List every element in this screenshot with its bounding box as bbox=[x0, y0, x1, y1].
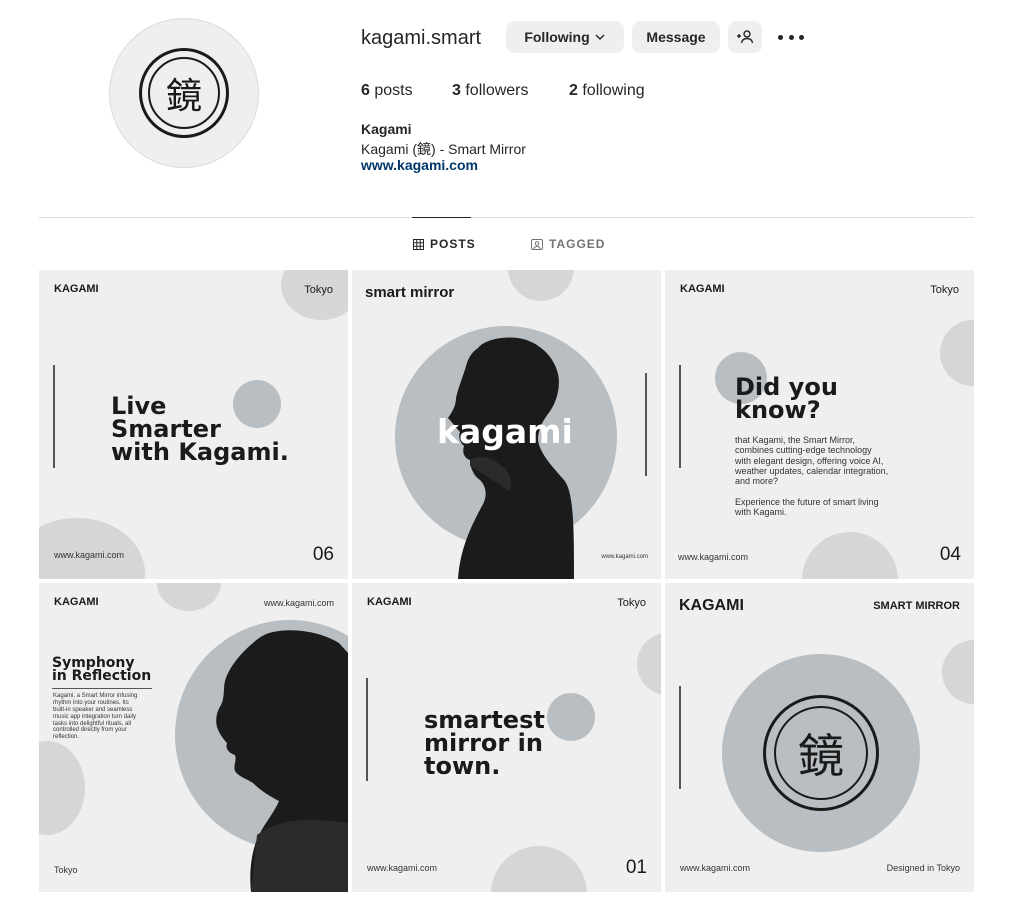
divider-line bbox=[52, 688, 152, 689]
post-tile-1[interactable]: KAGAMI Tokyo Live Smarter with Kagami. www… bbox=[39, 270, 348, 579]
profile-full-name: Kagami bbox=[361, 121, 412, 137]
post-city: Tokyo bbox=[304, 284, 333, 296]
tab-posts-label: POSTS bbox=[430, 237, 476, 251]
tab-tagged[interactable]: TAGGED bbox=[531, 237, 605, 251]
decor-circle bbox=[802, 532, 898, 579]
message-button[interactable]: Message bbox=[632, 21, 720, 53]
post-tile-2[interactable]: smart mirror kagami www.kagami.com bbox=[352, 270, 661, 579]
post-headline: kagami bbox=[437, 412, 573, 451]
post-tile-6[interactable]: KAGAMI SMART MIRROR 鏡 www.kagami.com Des… bbox=[665, 583, 974, 892]
post-body-2: Experience the future of smart living wit… bbox=[735, 497, 879, 518]
kagami-seal-logo: 鏡 bbox=[763, 695, 879, 811]
post-site: www.kagami.com bbox=[678, 552, 749, 562]
post-site: www.kagami.com bbox=[54, 550, 125, 560]
post-city: Tokyo bbox=[930, 284, 959, 296]
tabs-divider bbox=[39, 217, 974, 218]
post-number: 06 bbox=[312, 544, 334, 565]
dot bbox=[788, 34, 794, 40]
add-person-icon bbox=[737, 30, 754, 44]
post-tile-4[interactable]: KAGAMI www.kagami.com Symphony in Reflect… bbox=[39, 583, 348, 892]
profile-bio: Kagami (鏡) - Smart Mirror bbox=[361, 141, 526, 157]
more-options-button[interactable] bbox=[778, 27, 804, 47]
message-button-label: Message bbox=[646, 29, 706, 45]
decor-circle bbox=[637, 633, 661, 695]
decor-circle bbox=[942, 640, 974, 704]
decor-circle bbox=[547, 693, 595, 741]
tagged-icon bbox=[531, 239, 543, 250]
seal-glyph: 鏡 bbox=[798, 729, 844, 783]
post-site: www.kagami.com bbox=[367, 863, 438, 873]
post-headline: Live Smarter with Kagami. bbox=[111, 392, 289, 466]
post-brand: KAGAMI bbox=[679, 597, 744, 614]
post-headline: Symphony in Reflection bbox=[52, 655, 152, 685]
tab-posts[interactable]: POSTS bbox=[413, 237, 476, 251]
post-number: 01 bbox=[625, 857, 647, 878]
post-footer: Designed in Tokyo bbox=[886, 863, 960, 873]
grid-icon bbox=[413, 238, 424, 250]
post-brand: KAGAMI bbox=[54, 283, 99, 295]
dot bbox=[778, 34, 783, 40]
post-city: Tokyo bbox=[54, 865, 78, 875]
post-number: 04 bbox=[939, 544, 961, 565]
post-brand: KAGAMI bbox=[367, 596, 412, 608]
profile-website-link[interactable]: www.kagami.com bbox=[361, 157, 478, 173]
profile-avatar[interactable]: 鏡 bbox=[109, 18, 259, 168]
chevron-down-icon bbox=[595, 34, 605, 40]
post-tile-3[interactable]: KAGAMI Tokyo Did you know? that Kagami, t… bbox=[665, 270, 974, 579]
following-button-label: Following bbox=[524, 29, 590, 45]
post-brand: KAGAMI bbox=[680, 283, 725, 295]
post-city: Tokyo bbox=[617, 597, 646, 609]
seal-glyph: 鏡 bbox=[165, 76, 202, 117]
active-tab-indicator bbox=[412, 217, 471, 218]
divider-line bbox=[366, 678, 368, 781]
post-site: www.kagami.com bbox=[601, 554, 648, 560]
divider-line bbox=[53, 365, 55, 468]
post-tile-5[interactable]: KAGAMI Tokyo smartest mirror in town. www.… bbox=[352, 583, 661, 892]
suggested-users-button[interactable] bbox=[728, 21, 762, 53]
dot bbox=[799, 34, 804, 40]
divider-line bbox=[679, 365, 681, 468]
post-tag: SMART MIRROR bbox=[873, 600, 960, 612]
profile-username: kagami.smart bbox=[361, 27, 482, 49]
decor-circle bbox=[39, 518, 145, 579]
post-headline: smartest mirror in town. bbox=[424, 706, 545, 780]
following-button[interactable]: Following bbox=[506, 21, 624, 53]
decor-circle bbox=[940, 320, 974, 386]
following-stat[interactable]: 2 following bbox=[569, 82, 645, 100]
posts-stat: 6 posts bbox=[361, 82, 413, 99]
post-body: that Kagami, the Smart Mirror, combines c… bbox=[735, 435, 889, 487]
post-site: www.kagami.com bbox=[680, 863, 751, 873]
post-body: Kagami, a Smart Mirror infusing rhythm in… bbox=[53, 693, 138, 741]
followers-stat[interactable]: 3 followers bbox=[452, 82, 529, 100]
kagami-seal-logo: 鏡 bbox=[139, 48, 229, 138]
decor-circle bbox=[491, 846, 587, 892]
tab-tagged-label: TAGGED bbox=[549, 237, 606, 251]
post-headline: Did you know? bbox=[735, 373, 838, 424]
divider-line bbox=[679, 686, 681, 789]
